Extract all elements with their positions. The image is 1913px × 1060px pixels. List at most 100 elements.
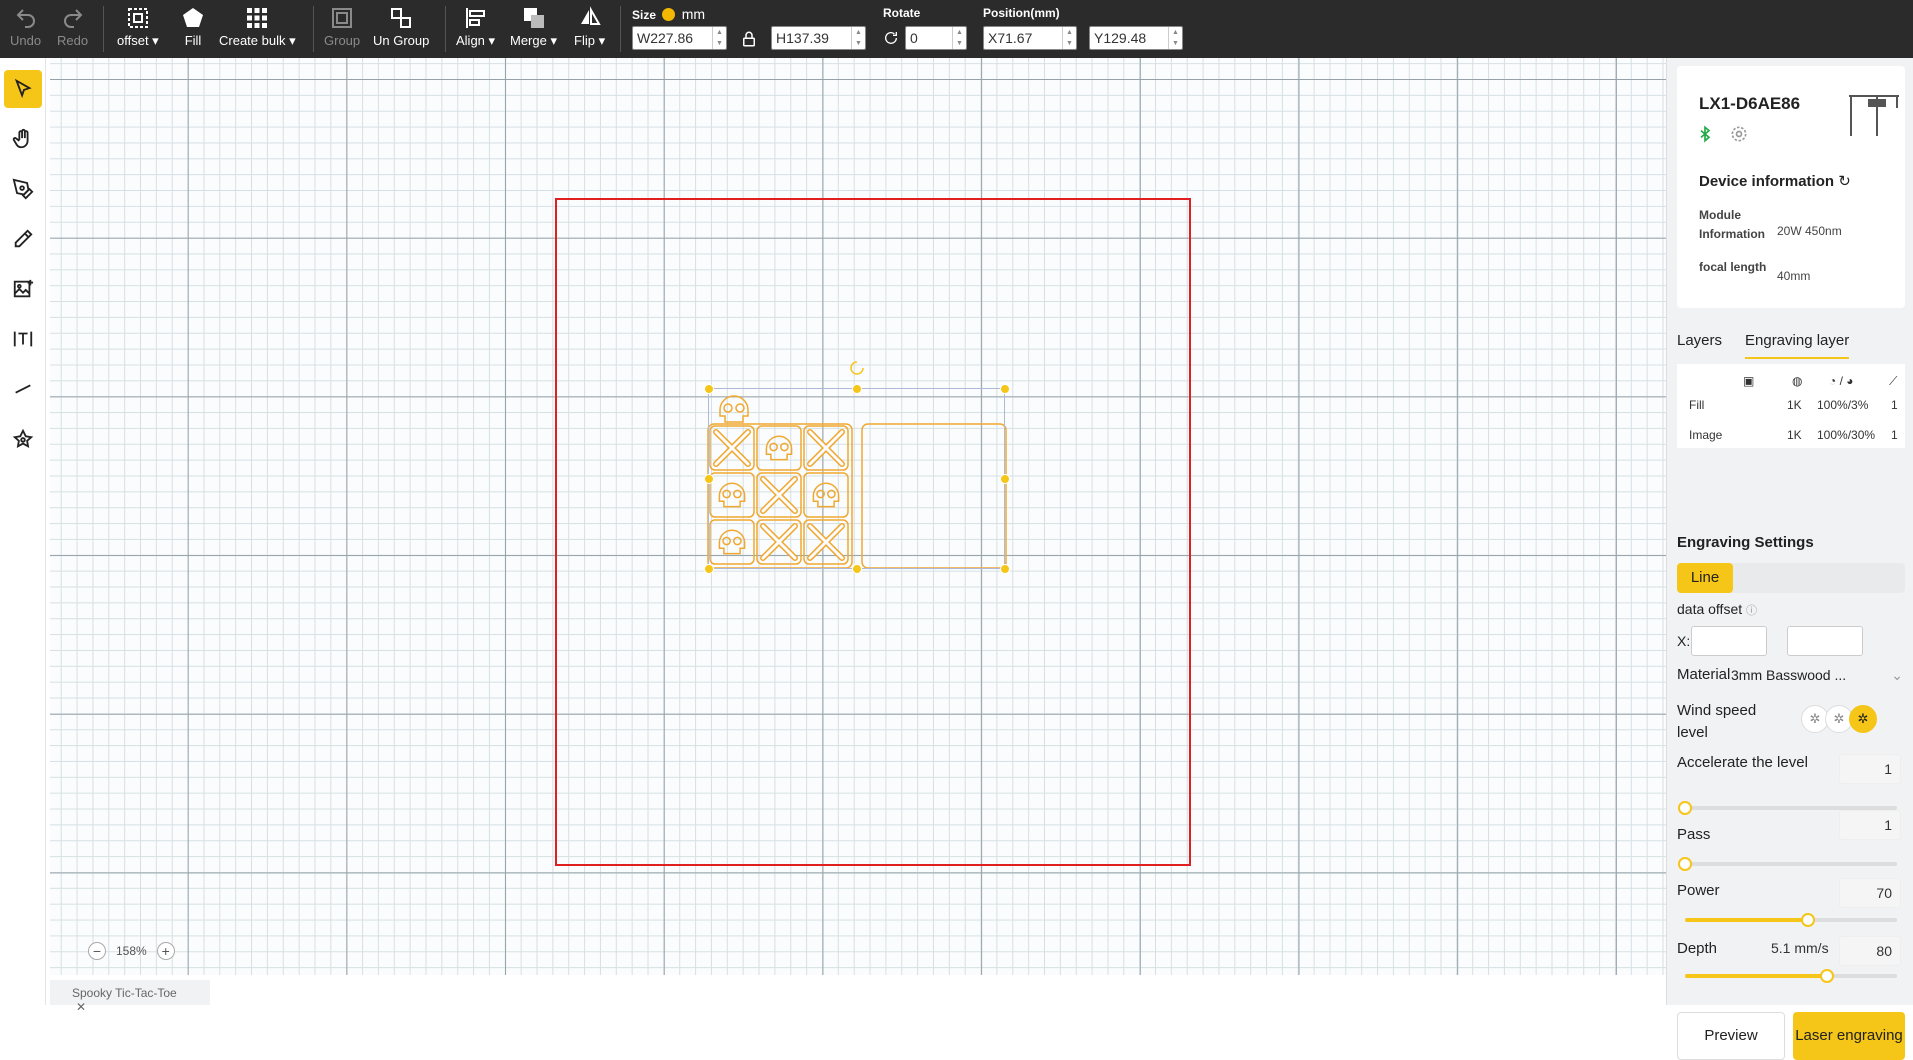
height-stepper[interactable]: ▲ ▼ <box>851 27 865 49</box>
pointer-icon <box>14 78 32 99</box>
resize-handle <box>704 564 714 574</box>
pass-input[interactable]: 1 <box>1839 810 1901 840</box>
skull-piece-eye <box>780 442 789 452</box>
tab-layers[interactable]: Layers <box>1677 324 1722 357</box>
rotate-label: Rotate <box>883 6 921 20</box>
selected-design[interactable] <box>660 358 1020 698</box>
layer-row[interactable]: Image 1K 100%/30% 1 <box>1689 428 1905 444</box>
focal-label: focal length <box>1699 260 1767 274</box>
layer-name: Fill <box>1689 398 1705 412</box>
layer-table: ▣ ◍ ◔ / ◕ ⟋ Fill 1K 100%/3% 1 Image 1K 100%/30… <box>1677 364 1905 448</box>
image-add-icon <box>13 279 34 298</box>
offset-button[interactable]: offset ▾ <box>117 6 159 49</box>
merge-button[interactable]: Merge ▾ <box>510 6 557 49</box>
hand-tool[interactable] <box>4 120 42 158</box>
undo-button[interactable]: Undo <box>10 6 41 48</box>
image-tool[interactable] <box>4 270 42 308</box>
board-cell <box>756 425 802 471</box>
accelerate-input[interactable]: 1 <box>1839 754 1901 784</box>
material-label: Material <box>1677 666 1731 683</box>
crossbones-piece-inner <box>761 477 797 513</box>
width-input[interactable]: W227.86 ▲ ▼ <box>632 26 727 50</box>
design-canvas[interactable] <box>50 58 1666 975</box>
shape-tool[interactable] <box>4 420 42 458</box>
pass-slider[interactable] <box>1678 857 1897 871</box>
selection-box <box>708 388 1005 569</box>
zoom-out-button[interactable]: − <box>88 942 106 960</box>
depth-label: Depth <box>1677 940 1718 957</box>
layer-power: 100%/3% <box>1817 398 1869 412</box>
select-tool[interactable] <box>4 70 42 108</box>
settings-gear-icon[interactable] <box>1729 124 1749 144</box>
depth-speed: 5.1 mm/s <box>1771 940 1829 956</box>
zoom-in-button[interactable]: + <box>156 942 175 960</box>
toolbar-divider <box>445 6 446 52</box>
create-bulk-button[interactable]: Create bulk ▾ <box>219 6 296 49</box>
document-tab[interactable]: Spooky Tic-Tac-Toe ✕ <box>50 980 210 1014</box>
position-x-input[interactable]: X71.67 ▲ ▼ <box>983 26 1077 50</box>
size-label: Size mm <box>632 6 706 22</box>
position-y-input[interactable]: Y129.48 ▲ ▼ <box>1089 26 1183 50</box>
top-toolbar: Undo Redo offset ▾ Fill Create bulk ▾ Gr… <box>0 0 1913 58</box>
laser-engraving-button[interactable]: Laser engraving <box>1793 1012 1905 1060</box>
layer-type-icon: ▣ <box>1743 374 1755 388</box>
depth-slider[interactable] <box>1685 969 1897 983</box>
skull-piece-eye <box>769 442 778 452</box>
pass-icon: ⟋ <box>1889 374 1898 388</box>
line-tool[interactable] <box>4 370 42 408</box>
position-label: Position(mm) <box>983 6 1060 20</box>
layer-table-header: ▣ ◍ ◔ / ◕ ⟋ <box>1689 374 1905 390</box>
mode-line-button[interactable]: Line <box>1677 563 1733 593</box>
power-slider[interactable] <box>1685 913 1897 927</box>
lock-ratio-button[interactable] <box>740 30 758 53</box>
ungroup-button[interactable]: Un Group <box>373 6 429 48</box>
group-button[interactable]: Group <box>324 6 360 48</box>
resize-handle <box>704 384 714 394</box>
power-input[interactable]: 70 <box>1839 878 1901 908</box>
position-x-stepper[interactable]: ▲ ▼ <box>1062 27 1076 49</box>
resize-handle <box>1000 384 1010 394</box>
focal-value: 40mm <box>1777 269 1811 283</box>
height-input[interactable]: H137.39 ▲ ▼ <box>771 26 866 50</box>
layer-pass: 1 <box>1891 428 1898 442</box>
align-button[interactable]: Align ▾ <box>456 6 495 49</box>
pen-tool[interactable] <box>4 170 42 208</box>
layer-row[interactable]: Fill 1K 100%/3% 1 <box>1689 398 1905 414</box>
pencil-icon <box>14 229 33 248</box>
accelerate-label: Accelerate the level <box>1677 754 1808 771</box>
skull-piece-eye <box>827 489 836 499</box>
power-speed-icon: ◔ / ◕ <box>1829 374 1854 388</box>
ungroup-icon <box>391 8 412 28</box>
wind-high-button[interactable]: ✲ <box>1849 705 1877 733</box>
rotate-input[interactable]: 0 ▲ ▼ <box>905 26 967 50</box>
width-stepper[interactable]: ▲ ▼ <box>712 27 726 49</box>
module-value: 20W 450nm <box>1777 224 1842 238</box>
offset-y-input[interactable] <box>1787 626 1863 656</box>
refresh-icon[interactable]: ↻ <box>1838 173 1851 190</box>
text-tool[interactable] <box>4 320 42 358</box>
skull-token-eye <box>735 403 745 413</box>
unit-toggle[interactable] <box>662 8 676 21</box>
material-select[interactable]: 3mm Basswood ... ⌄ <box>1731 664 1911 686</box>
pencil-tool[interactable] <box>4 220 42 258</box>
skull-piece-eye <box>722 536 731 546</box>
offset-icon <box>127 8 148 28</box>
offset-x-input[interactable] <box>1691 626 1767 656</box>
redo-button[interactable]: Redo <box>57 6 88 48</box>
module-label: Module Information <box>1699 208 1765 241</box>
power-label: Power <box>1677 882 1720 899</box>
flip-button[interactable]: Flip ▾ <box>574 6 605 49</box>
hand-icon <box>12 128 29 149</box>
depth-input[interactable]: 80 <box>1839 936 1901 966</box>
position-y-stepper[interactable]: ▲ ▼ <box>1168 27 1182 49</box>
tab-engraving-layer[interactable]: Engraving layer <box>1745 324 1850 359</box>
grid-icon <box>247 8 268 28</box>
toolbar-divider <box>620 6 621 52</box>
close-icon[interactable]: ✕ <box>76 1000 86 1014</box>
help-icon[interactable]: ⓘ <box>1746 605 1757 617</box>
preview-button[interactable]: Preview <box>1677 1012 1785 1060</box>
zoom-control: − 158% + <box>88 942 175 960</box>
fill-button[interactable]: Fill <box>181 6 205 48</box>
rotate-stepper[interactable]: ▲ ▼ <box>952 27 966 49</box>
board-cell <box>803 472 849 518</box>
